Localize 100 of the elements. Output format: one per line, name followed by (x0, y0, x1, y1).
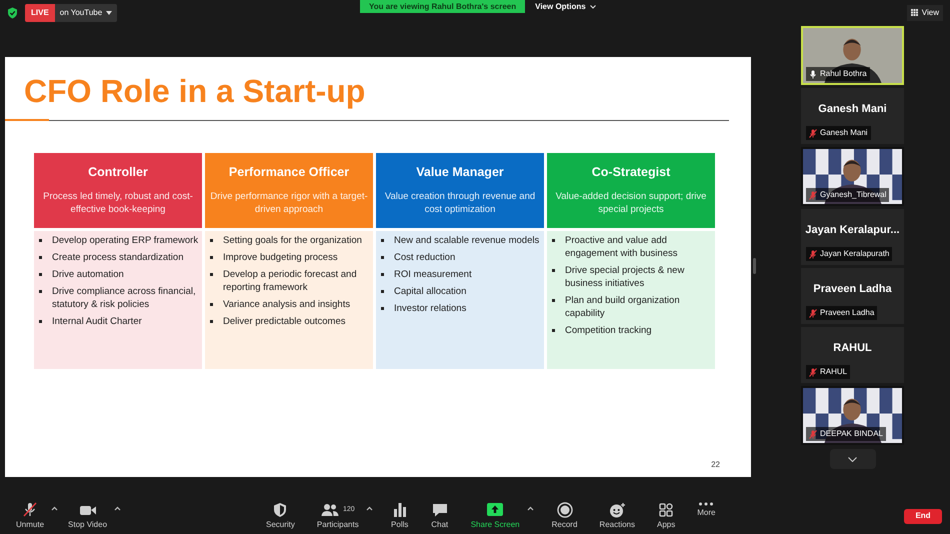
participant-name: Praveen Ladha (813, 282, 892, 297)
video-tile[interactable]: DEEPAK BINDAL (801, 386, 904, 445)
bullet-icon (39, 256, 42, 259)
bullet-icon (552, 299, 555, 302)
bullet-text: Create process standardization (52, 251, 184, 264)
chevron-down-icon (848, 456, 857, 462)
bullet-text: Capital allocation (394, 285, 466, 298)
bullet-icon (39, 290, 42, 293)
bullet-icon (381, 239, 384, 242)
participant-name: RAHUL (833, 340, 872, 356)
participant-name: Jayan Keralapur... (805, 222, 900, 238)
bullet-text: ROI measurement (394, 268, 472, 281)
toolbar-button[interactable]: Record (548, 502, 582, 531)
name-tile[interactable]: Ganesh Mani Ganesh Mani (801, 88, 904, 144)
bullet-text: Variance analysis and insights (223, 298, 350, 311)
bullet-icon (552, 239, 555, 242)
name-label: RAHUL (806, 365, 850, 379)
people-icon (320, 502, 339, 518)
bullet-text: Drive compliance across financial, statutory & risk policies (52, 285, 197, 311)
column-heading: Value Manager (416, 164, 504, 181)
name-label: DEEPAK BINDAL (806, 427, 886, 441)
view-options-button[interactable]: View Options (535, 0, 596, 12)
bullet-text: Investor relations (394, 302, 466, 315)
bullet-icon (210, 273, 213, 276)
end-button[interactable]: End (904, 508, 942, 524)
bullet-icon (39, 273, 42, 276)
grid-icon (910, 9, 918, 16)
muted-mic-icon (21, 502, 39, 518)
bullet-icon (210, 303, 213, 306)
caret-icon[interactable] (366, 506, 373, 511)
bullet-text: Improve budgeting process (223, 251, 338, 264)
column-heading: Controller (88, 164, 148, 181)
bullet-text: New and scalable revenue models (394, 234, 540, 247)
bullet-text: Plan and build organization capability (565, 294, 681, 320)
column-heading: Performance Officer (228, 164, 350, 181)
toolbar-button[interactable]: Unmute (12, 502, 48, 530)
resize-handle[interactable] (753, 258, 756, 274)
toolbar-button[interactable]: Share Screen (466, 502, 524, 531)
name-label: Gyanesh_Tibrewal (806, 188, 890, 202)
bullet-text: Cost reduction (394, 251, 456, 264)
participant-name: Ganesh Mani (818, 102, 887, 117)
shield-check-icon (7, 6, 18, 18)
caret-icon[interactable] (114, 506, 122, 510)
view-button[interactable]: View (906, 4, 943, 20)
bullet-text: Setting goals for the organization (223, 234, 362, 247)
toolbar-button[interactable]: Reactions (595, 502, 639, 531)
name-tile[interactable]: Praveen Ladha Praveen Ladha (801, 268, 904, 324)
video-tile[interactable]: Rahul Bothra (801, 26, 904, 85)
stream-menu[interactable]: on YouTube (54, 4, 118, 22)
bullet-text: Internal Audit Charter (52, 315, 142, 328)
name-tile[interactable]: Jayan Keralapur... Jayan Keralapurath (801, 209, 904, 265)
toolbar-button[interactable]: Polls (386, 502, 413, 531)
name-label: Jayan Keralapurath (806, 247, 892, 261)
bullet-icon (552, 269, 555, 272)
bullet-icon (552, 329, 555, 332)
bullet-text: Deliver predictable outcomes (223, 315, 346, 328)
bullet-text: Proactive and value add engagement with business (565, 234, 678, 260)
bullet-text: Drive special projects & new business initiatives (565, 264, 686, 290)
apps-icon (657, 502, 676, 518)
toolbar-button[interactable]: More (693, 502, 720, 519)
bullet-icon (210, 320, 213, 323)
bullet-text: Develop operating ERP framework (52, 234, 198, 247)
bullet-icon (381, 290, 384, 293)
bullet-icon (381, 273, 384, 276)
chevron-down-icon (590, 4, 596, 8)
toolbar-button[interactable]: Stop Video (64, 502, 112, 530)
bullet-text: Competition tracking (565, 324, 652, 337)
caret-icon[interactable] (51, 506, 58, 510)
name-label: Praveen Ladha (806, 306, 878, 320)
chat-bubble-icon (430, 502, 449, 518)
caret-icon[interactable] (526, 506, 534, 511)
more-icon (698, 502, 714, 506)
share-screen-icon (486, 502, 504, 518)
column-subtitle: Value creation through revenue and cost optimization (384, 190, 536, 216)
column-subtitle: Process led timely, robust and cost-effective book-keeping (42, 190, 194, 216)
smiley-icon (608, 502, 626, 518)
name-label: Rahul Bothra (806, 67, 870, 81)
bullet-text: Develop a periodic forecast and reporting framework (223, 268, 358, 294)
dropdown-icon (106, 10, 112, 14)
bullet-icon (39, 320, 42, 323)
bullet-text: Drive automation (52, 268, 124, 281)
toolbar-button[interactable]: Apps (653, 502, 680, 531)
column-heading: Co-Strategist (592, 164, 670, 181)
live-badge: LIVE (25, 4, 55, 22)
video-tile[interactable]: Gyanesh_Tibrewal (801, 147, 904, 206)
viewing-banner: You are viewing Rahul Bothra's screen (360, 0, 526, 13)
bullet-icon (381, 256, 384, 259)
bullet-icon (39, 239, 42, 242)
toolbar-button[interactable]: Security (262, 502, 299, 531)
bullet-icon (210, 256, 213, 259)
slide-title: CFO Role in a Start-up (23, 72, 366, 111)
name-tile[interactable]: RAHUL RAHUL (801, 327, 904, 383)
page-number: 22 (711, 459, 720, 471)
toolbar-button[interactable]: Chat (426, 502, 453, 531)
bullet-icon (210, 239, 213, 242)
column-subtitle: Value-added decision support; drive special projects (554, 190, 708, 216)
record-icon (556, 502, 574, 518)
bullet-icon (381, 307, 384, 310)
name-label: Ganesh Mani (806, 126, 871, 140)
column-subtitle: Drive performance rigor with a target-driven approach (209, 190, 369, 216)
